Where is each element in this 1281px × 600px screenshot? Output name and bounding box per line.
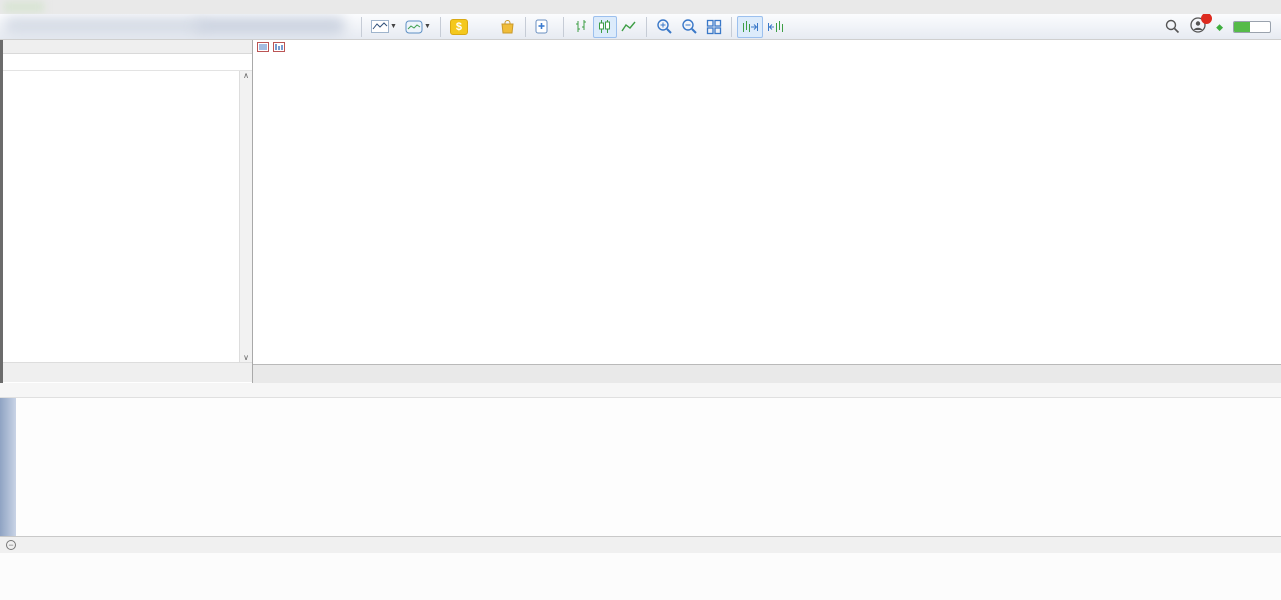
chart-shift-icon — [741, 20, 759, 34]
toolbar-separator — [731, 17, 732, 37]
shopping-bag-icon — [500, 19, 515, 34]
level-button[interactable]: ◆ — [1216, 24, 1223, 30]
zoom-out-icon — [681, 18, 698, 35]
line-chart-mode-button[interactable] — [617, 16, 641, 38]
account-status-bar: − — [0, 536, 1281, 553]
toolbox-panel: − — [0, 383, 1281, 600]
chevron-down-icon: ▼ — [390, 23, 397, 30]
ohlc-bars-icon — [574, 19, 588, 34]
market-button[interactable] — [496, 16, 520, 38]
chart-window — [253, 40, 1281, 383]
candlestick-icon — [597, 19, 612, 34]
deposit-button[interactable]: $ — [446, 16, 472, 38]
window-titlebar — [0, 0, 1281, 14]
tile-windows-icon — [706, 19, 722, 35]
scroll-down-icon[interactable]: ∨ — [243, 353, 249, 362]
chart-shift-button[interactable] — [737, 16, 763, 38]
level-progress-bar — [1233, 21, 1271, 33]
new-order-icon — [535, 19, 549, 34]
mt5-terminal: { "window": {"minimize": "–", "restore":… — [0, 0, 1281, 600]
profile-button[interactable] — [1190, 17, 1206, 36]
market-watch-rows — [3, 71, 252, 362]
notification-badge — [1201, 14, 1212, 24]
market-watch-header — [3, 54, 252, 71]
scroll-up-icon[interactable]: ∧ — [243, 71, 249, 80]
auto-scroll-button[interactable] — [763, 16, 789, 38]
toolbox-edge-strip — [0, 398, 16, 536]
market-watch-panel: ∧ ∨ — [0, 40, 253, 383]
market-watch-scrollbar[interactable]: ∧ ∨ — [239, 71, 252, 362]
redaction-blur — [4, 2, 44, 12]
chart-titlebar — [253, 40, 1281, 53]
toolbar-separator — [361, 17, 362, 37]
main-toolbar: ▼ ▼ $ — [0, 14, 1281, 40]
auto-scroll-icon — [767, 20, 785, 34]
candlestick-mode-button[interactable] — [593, 16, 617, 38]
indicator-icon — [405, 20, 423, 34]
positions-header — [0, 383, 1281, 398]
toolbox-empty-area — [0, 553, 1281, 600]
bar-chart-mode-button[interactable] — [569, 16, 593, 38]
toolbar-separator — [563, 17, 564, 37]
price-chart-canvas[interactable] — [253, 53, 1281, 364]
line-chart-icon — [371, 20, 389, 33]
market-watch-tabs — [3, 362, 252, 382]
chart-type-dropdown[interactable]: ▼ — [367, 16, 401, 38]
chart-window-icon[interactable] — [273, 42, 285, 52]
zoom-out-button[interactable] — [677, 16, 702, 38]
search-icon[interactable] — [1165, 19, 1180, 34]
collapse-icon[interactable]: − — [6, 540, 16, 550]
zoom-in-button[interactable] — [652, 16, 677, 38]
chart-tab-bar — [253, 364, 1281, 383]
chevron-down-icon: ▼ — [424, 23, 431, 30]
toolbar-separator — [646, 17, 647, 37]
indicators-dropdown[interactable]: ▼ — [401, 16, 435, 38]
level-diamond-icon: ◆ — [1216, 24, 1223, 30]
redaction-blur — [4, 17, 204, 35]
new-order-button[interactable] — [531, 16, 558, 38]
objects-list-icon[interactable] — [257, 42, 269, 52]
line-mode-icon — [621, 20, 637, 34]
ide-button[interactable] — [472, 16, 496, 38]
dollar-icon: $ — [450, 19, 468, 35]
toolbar-separator — [525, 17, 526, 37]
market-watch-titlebar — [3, 40, 252, 54]
toolbar-separator — [440, 17, 441, 37]
redaction-blur — [195, 17, 345, 35]
zoom-in-icon — [656, 18, 673, 35]
tile-windows-button[interactable] — [702, 16, 726, 38]
